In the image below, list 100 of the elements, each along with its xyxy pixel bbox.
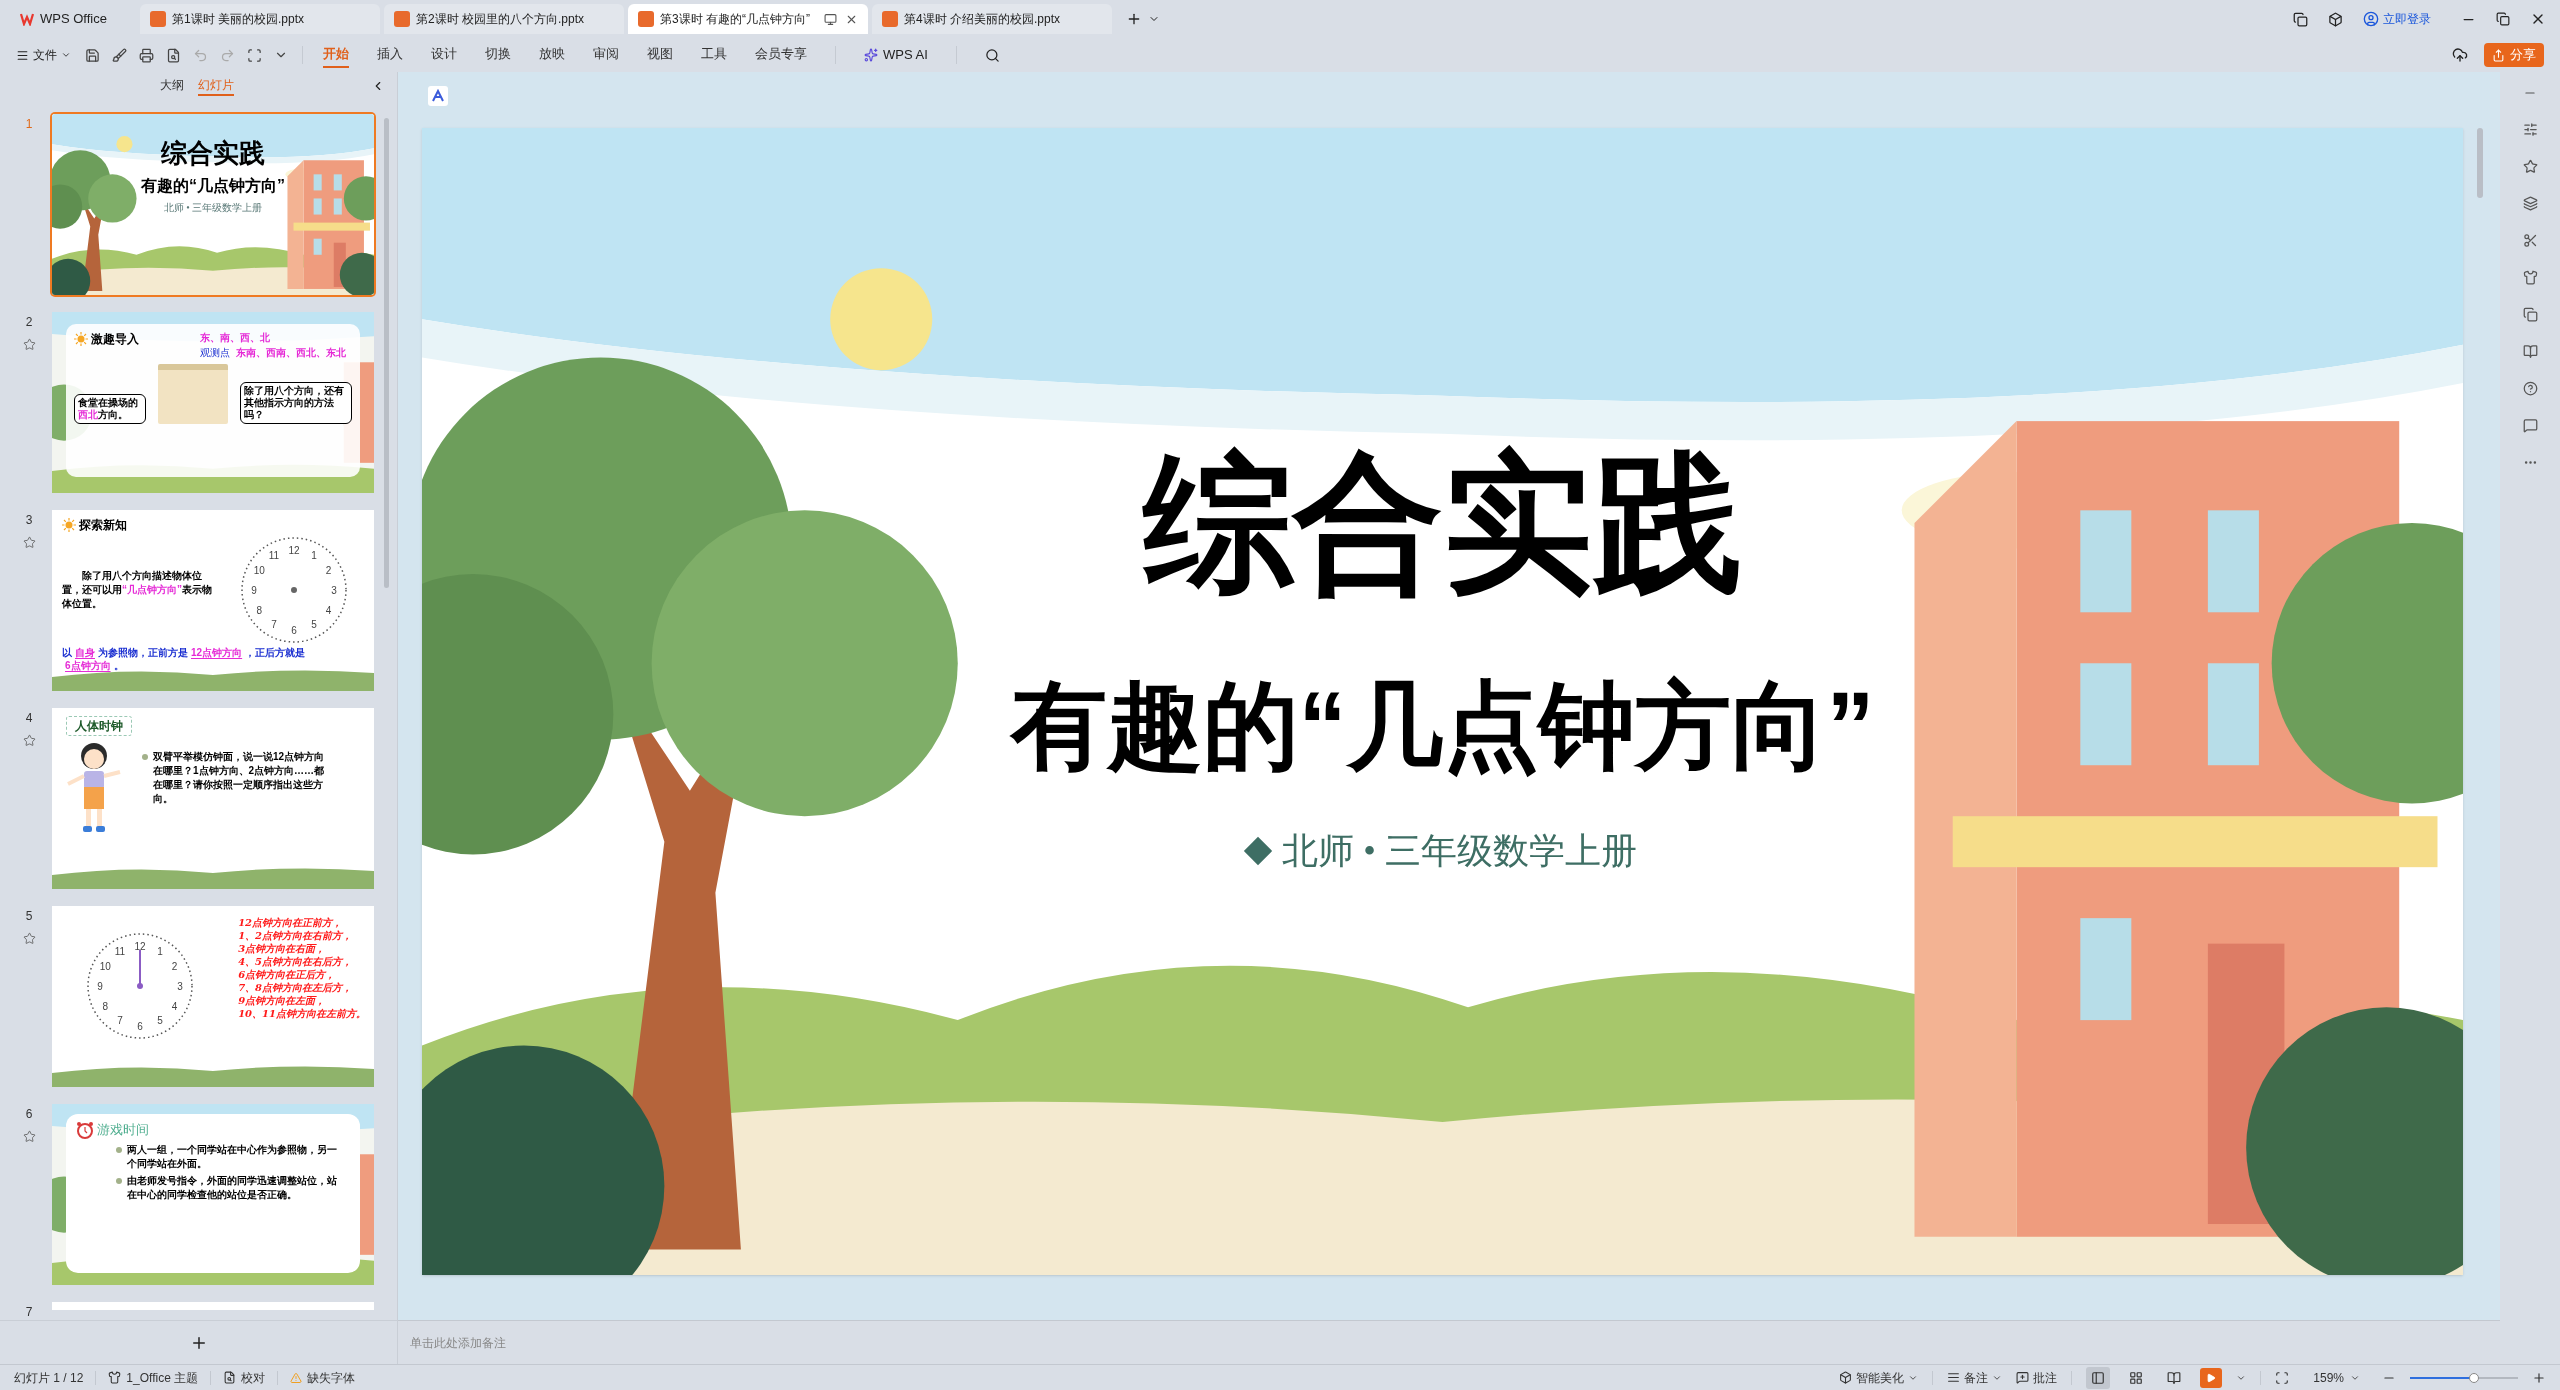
favorite-star-icon[interactable] — [22, 338, 36, 351]
clock-number: 2 — [325, 564, 332, 576]
missing-fonts-button[interactable]: 缺失字体 — [290, 1368, 356, 1387]
login-link[interactable]: 立即登录 — [2363, 10, 2431, 28]
sun-icon — [74, 332, 88, 346]
slide-caption[interactable]: 北师 • 三年级数学上册 — [1282, 824, 1637, 878]
select-icon[interactable] — [247, 47, 262, 63]
direction-rule-text: 1、2点钟方向在右前方， — [238, 929, 354, 942]
clock-number: 12 — [288, 544, 300, 556]
slide-thumbnail[interactable]: 游戏时间 两人一组，一个同学站在中心作为参照物，另一个同学站在外面。 由老师发号指令，外面的同学迅速调整站位，站在中心的同学检查他的站位是否正确。 — [52, 1104, 374, 1285]
document-tab[interactable]: 第3课时 有趣的“几点钟方向” — [628, 4, 868, 34]
proofing-button[interactable]: 校对 — [223, 1368, 266, 1387]
user-avatar-icon — [2363, 11, 2379, 27]
ai-button[interactable]: WPS AI — [864, 45, 928, 65]
clock-number: 4 — [325, 604, 332, 616]
star-icon[interactable] — [2522, 159, 2538, 174]
slide-thumbnail[interactable]: 激趣导入 东、南、西、北 观测点 东南、西南、西北、东北 食堂在操场的 西北方向。 除了用八个方向，还有其他指示方向的方法吗？ — [52, 312, 374, 493]
slide-thumbnail[interactable]: 探索新知 除了用八个方向描述物体位置，还可以用“几点钟方向”表示物体位置。 11 12 1 10 2 9 3 8 4 7 6 5 以 自身 为参照物，正前方是 12点钟方向 ，正后方就是 6点钟方向 。 — [52, 510, 374, 691]
zoom-level-button[interactable]: 159% — [2313, 1368, 2360, 1387]
direction-text: 东南、西南、西北、东北 — [236, 346, 346, 360]
bullet-text: 两人一组，一个同学站在中心作为参照物，另一个同学站在外面。 — [127, 1142, 337, 1171]
clock-number: 4 — [171, 1000, 178, 1012]
clock-number: 7 — [271, 619, 277, 631]
window-copy-icon[interactable] — [2293, 11, 2308, 27]
cloud-upload-icon[interactable] — [2452, 47, 2468, 63]
speech-bubble: 食堂在操场的 西北方向。 — [74, 394, 146, 424]
ribbon-tab[interactable]: 会员专享 — [755, 42, 807, 68]
slideshow-button[interactable] — [2200, 1367, 2223, 1388]
clock-number: 8 — [256, 604, 263, 616]
normal-view-icon — [2091, 1370, 2106, 1385]
favorite-star-icon[interactable] — [22, 734, 36, 747]
ribbon-tab[interactable]: 视图 — [647, 42, 673, 68]
new-tab-icon[interactable] — [1126, 11, 1142, 27]
scissors-icon[interactable] — [2522, 233, 2538, 248]
presentation-file-icon — [394, 11, 410, 27]
clock-number: 3 — [331, 584, 337, 596]
slide-heading: 人体时钟 — [66, 716, 132, 736]
ribbon-tab[interactable]: 放映 — [539, 42, 565, 68]
notes-button[interactable]: 备注 — [1947, 1368, 2003, 1387]
slide-thumbnail[interactable]: 综合实践 有趣的“几点钟方向” 北师 • 三年级数学上册 — [52, 114, 374, 295]
pointer-label: 观测点 — [200, 346, 230, 360]
book-icon[interactable] — [2522, 344, 2538, 359]
slide-number: 6 — [25, 1108, 33, 1120]
direction-rule-text: 9点钟方向在左面， — [238, 994, 327, 1007]
direction-rule-text: 3点钟方向在右面， — [238, 942, 327, 955]
settings-sliders-icon[interactable] — [2522, 122, 2538, 137]
document-tab[interactable]: 第4课时 介绍美丽的校园.pptx — [872, 4, 1112, 34]
zoom-in-icon[interactable] — [2532, 1370, 2546, 1385]
slide-thumbnail[interactable]: 11 12 1 10 2 9 3 8 4 7 6 5 12点钟方向在正前方， 1、2点钟方向在右前方， 3点钟方向在右面， 4、5点钟方向在右后方， 6点钟方向在正后方， 7、8点钟方向在左后方， 9点钟方向在左面， 10、11点钟方向在左前方。 — [52, 906, 374, 1087]
format-painter-icon[interactable] — [112, 47, 127, 63]
scrollbar[interactable] — [384, 118, 389, 588]
favorite-star-icon[interactable] — [22, 1130, 36, 1143]
ai-assistant-icon[interactable] — [428, 86, 448, 106]
search-icon[interactable] — [984, 47, 1000, 63]
file-menu[interactable]: 文件 — [16, 46, 71, 64]
ribbon-tab[interactable]: 工具 — [701, 42, 727, 68]
shirt-icon[interactable] — [2522, 270, 2538, 285]
direction-rule-text: 6点钟方向在正后方， — [238, 968, 337, 981]
panel-tab[interactable]: 大纲 — [160, 76, 184, 96]
slide-number: 7 — [25, 1306, 33, 1318]
menu-icon — [16, 48, 29, 62]
screen-icon[interactable] — [824, 12, 837, 26]
ribbon-tab[interactable]: 切换 — [485, 42, 511, 68]
slide-thumbnail[interactable]: 人体时钟 双臂平举模仿钟面，说一说12点钟方向在哪里？1点钟方向、2点钟方向……都在哪里？请你按照一定顺序指出这些方向。 — [52, 708, 374, 889]
fit-to-window-icon[interactable] — [2275, 1370, 2290, 1385]
print-preview-icon[interactable] — [166, 47, 181, 63]
document-tab[interactable]: 第2课时 校园里的八个方向.pptx — [384, 4, 624, 34]
normal-view-button[interactable] — [2086, 1366, 2111, 1389]
document-tab[interactable]: 第1课时 美丽的校园.pptx — [140, 4, 380, 34]
cube-icon — [1839, 1371, 1853, 1384]
help-icon[interactable] — [2522, 381, 2538, 396]
school-building-drawing — [158, 364, 228, 424]
speech-bubble: 除了用八个方向，还有其他指示方向的方法吗？ — [240, 382, 352, 424]
favorite-star-icon[interactable] — [22, 536, 36, 549]
scrollbar[interactable] — [2477, 128, 2483, 198]
cube-icon[interactable] — [2328, 11, 2343, 27]
clock-number: 6 — [137, 1020, 143, 1032]
comment-icon[interactable] — [2522, 418, 2538, 433]
ribbon-tab[interactable]: 设计 — [431, 42, 457, 68]
slide-heading: 激趣导入 — [91, 331, 139, 348]
slide-subtitle: 有趣的“几点钟方向” — [141, 176, 285, 196]
ribbon-tab[interactable]: 插入 — [377, 42, 403, 68]
layers-icon[interactable] — [2522, 196, 2538, 211]
slide-heading: 游戏时间 — [97, 1121, 149, 1139]
favorite-star-icon[interactable] — [22, 932, 36, 945]
print-icon[interactable] — [139, 47, 154, 63]
clock-number: 11 — [268, 549, 280, 561]
save-icon[interactable] — [85, 47, 100, 63]
theme-button[interactable]: 1_Office 主题 — [108, 1368, 199, 1387]
slide-canvas[interactable]: 综合实践 有趣的“几点钟方向” 北师 • 三年级数学上册 — [422, 128, 2463, 1275]
alarm-clock-icon — [76, 1120, 94, 1139]
app-name: WPS Office — [40, 10, 107, 29]
slide-thumbnail[interactable] — [52, 1302, 374, 1310]
share-icon — [2492, 48, 2505, 62]
slide-caption: 北师 • 三年级数学上册 — [163, 201, 263, 215]
copy-icon[interactable] — [2522, 307, 2538, 322]
beautify-button[interactable]: 智能美化 — [1839, 1368, 1919, 1387]
restore-icon[interactable] — [2496, 12, 2510, 26]
comments-button[interactable]: 批注 — [2016, 1368, 2058, 1387]
ribbon-tab[interactable]: 审阅 — [593, 42, 619, 68]
